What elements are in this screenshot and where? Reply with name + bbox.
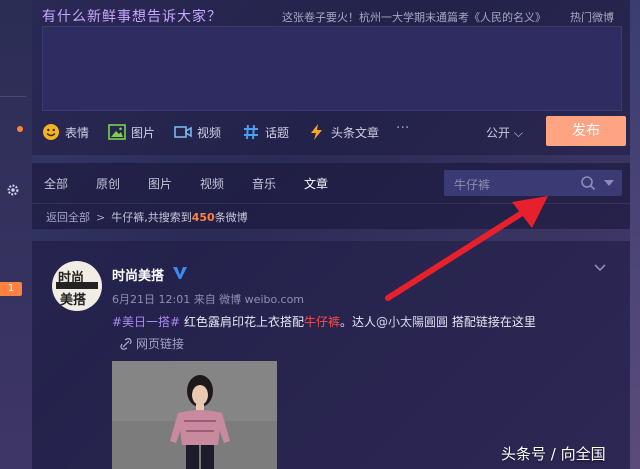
image-icon <box>108 124 126 140</box>
lightning-icon <box>311 124 322 140</box>
web-link[interactable]: 网页链接 <box>120 335 184 352</box>
video-label: 视频 <box>197 125 222 140</box>
tab-images[interactable]: 图片 <box>148 175 172 192</box>
emoji-button[interactable]: 表情 <box>42 122 89 142</box>
publisher-header: 有什么新鲜事想告诉大家？ 这张卷子要火！杭州一大学期末通篇考《人民的名义》 热门… <box>42 4 632 26</box>
article-label: 头条文章 <box>331 125 380 140</box>
publish-button[interactable]: 发布 <box>546 116 626 146</box>
post-publisher: 有什么新鲜事想告诉大家？ 这张卷子要火！杭州一大学期末通篇考《人民的名义》 热门… <box>32 0 630 155</box>
verified-icon <box>173 267 187 279</box>
chevron-down-icon: ⌵ <box>513 126 523 140</box>
more-tools-button[interactable]: ··· <box>396 120 409 136</box>
author-name[interactable]: 时尚美搭 <box>112 265 164 284</box>
emoji-icon <box>43 124 59 140</box>
post-photo[interactable] <box>112 361 277 469</box>
visibility-selector[interactable]: 公开 ⌵ <box>486 124 523 141</box>
result-prefix: ,共搜索到 <box>144 211 192 224</box>
chevron-down-icon[interactable] <box>594 261 606 273</box>
result-suffix: 条微博 <box>214 211 248 224</box>
article-button[interactable]: 头条文章 <box>308 122 379 142</box>
video-icon <box>174 126 192 138</box>
post-meta[interactable]: 6月21日 12:01 来自 微博 weibo.com <box>112 291 304 307</box>
result-keyword: 牛仔裤 <box>111 211 145 224</box>
video-button[interactable]: 视频 <box>174 122 221 142</box>
post-keyword: 牛仔裤 <box>303 315 340 329</box>
notification-dot <box>17 126 23 132</box>
publisher-toolbar: 表情 图片 视频 话题 头条文章 ··· 公开 ⌵ 发布 <box>42 116 632 146</box>
count-badge: 1 <box>0 282 22 296</box>
hashtag-icon <box>244 124 258 140</box>
publisher-title: 有什么新鲜事想告诉大家？ <box>42 9 222 25</box>
hot-topic-link[interactable]: 这张卷子要火！杭州一大学期末通篇考《人民的名义》 <box>282 9 546 25</box>
tab-original[interactable]: 原创 <box>96 175 120 192</box>
avatar-text-bottom: 美搭 <box>60 293 87 308</box>
search-dropdown-icon[interactable] <box>604 180 614 186</box>
search-result-summary: 返回全部 > 牛仔裤,共搜索到450条微博 <box>46 209 248 225</box>
post-mention[interactable]: @小太陽圓圓 <box>376 315 448 329</box>
visibility-label: 公开 <box>486 126 511 140</box>
hot-weibo-link[interactable]: 热门微博 <box>570 9 614 25</box>
gutter-divider <box>0 96 26 97</box>
post-text-b: 。达人 <box>339 315 376 329</box>
left-nav-gutter: 1 <box>0 0 32 469</box>
annotation-arrow-icon <box>385 196 548 301</box>
post-text-c: 搭配链接在这里 <box>448 315 536 329</box>
tab-articles[interactable]: 文章 <box>304 175 328 192</box>
right-edge <box>630 0 640 469</box>
chevron-right-icon: > <box>96 211 106 224</box>
post-textarea[interactable] <box>42 26 622 111</box>
post-hashtag[interactable]: #美日一搭# <box>112 315 180 329</box>
avatar-band <box>56 282 98 289</box>
tab-all[interactable]: 全部 <box>44 175 68 192</box>
back-to-all-link[interactable]: 返回全部 <box>46 211 90 224</box>
topic-label: 话题 <box>265 125 290 140</box>
post-content: #美日一搭# 红色露肩印花上衣搭配牛仔裤。达人@小太陽圓圓 搭配链接在这里 <box>112 313 536 330</box>
search-icon[interactable] <box>580 175 596 191</box>
post-text-a: 红色露肩印花上衣搭配 <box>180 315 304 329</box>
watermark: 头条号 / 向全国 <box>501 445 606 463</box>
image-label: 图片 <box>131 125 156 140</box>
topic-button[interactable]: 话题 <box>242 122 289 142</box>
gear-icon[interactable] <box>6 183 20 197</box>
image-button[interactable]: 图片 <box>108 122 155 142</box>
tab-music[interactable]: 音乐 <box>252 175 276 192</box>
link-icon <box>120 337 132 350</box>
tab-videos[interactable]: 视频 <box>200 175 224 192</box>
avatar[interactable]: 时尚 美搭 <box>52 261 102 311</box>
person-photo-image <box>112 361 277 469</box>
web-link-label: 网页链接 <box>136 337 185 351</box>
result-count: 450 <box>191 211 215 224</box>
emoji-label: 表情 <box>65 125 90 140</box>
